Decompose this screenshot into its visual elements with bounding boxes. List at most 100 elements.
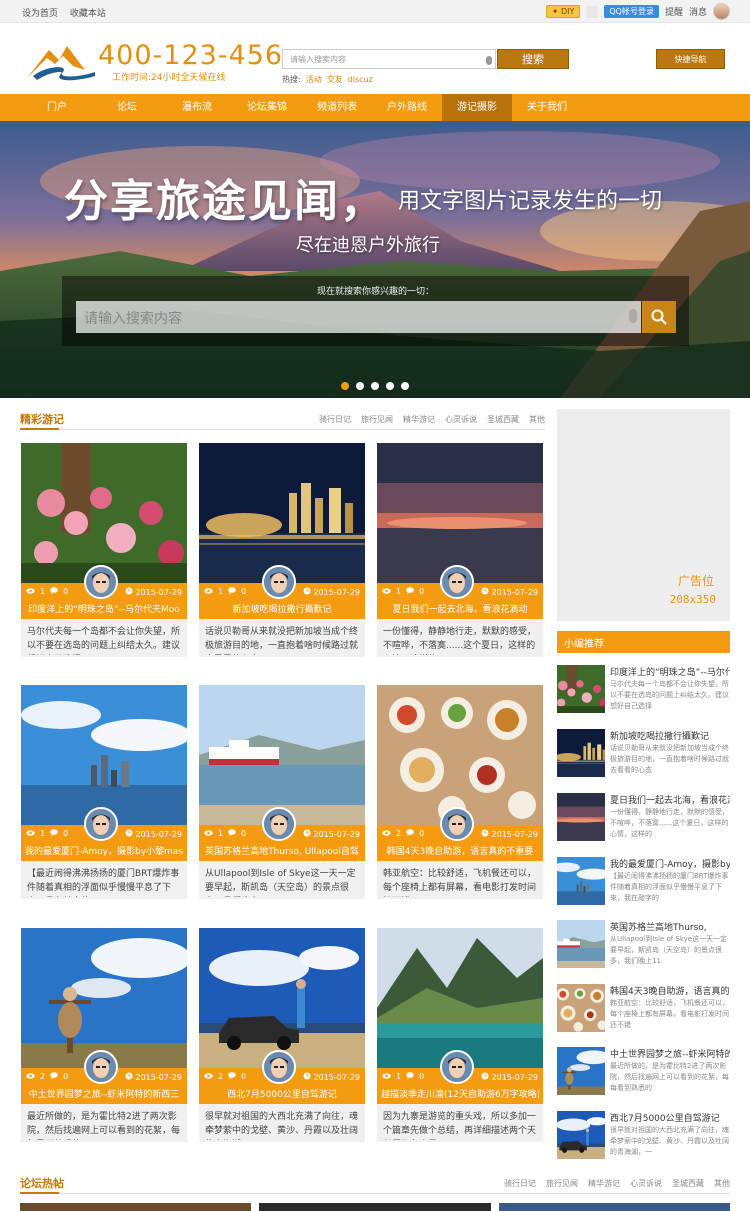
carousel-dot[interactable] <box>401 382 409 390</box>
editor-pick-title[interactable]: 印度洋上的“明珠之岛”--马尔代 <box>610 665 730 678</box>
travel-card[interactable]: 1 0 2015-07-29 我的最爱厦门-Amoy，摄影by小黎maste 【最近闹得… <box>21 685 187 899</box>
thumbnail[interactable] <box>498 1203 730 1211</box>
author-avatar[interactable] <box>440 565 474 599</box>
author-avatar[interactable] <box>84 565 118 599</box>
user-avatar[interactable] <box>713 3 730 20</box>
travel-card[interactable]: 2 0 2015-07-29 韩国4天3晚自助游，语言真的不重要 韩亚航空：比较舒适，飞… <box>377 685 543 899</box>
author-avatar[interactable] <box>262 565 296 599</box>
travel-card[interactable]: 1 0 2015-07-29 印度洋上的“明珠之岛”--马尔代夫Moo 马尔代夫每一个岛… <box>21 443 187 657</box>
travel-card-title[interactable]: 印度洋上的“明珠之岛”--马尔代夫Moo <box>25 602 183 615</box>
thumbnail[interactable] <box>259 1203 491 1211</box>
travel-card-title[interactable]: 越描淡季走川渝(12天自助游6万字攻略) <box>381 1087 539 1100</box>
editor-pick-item[interactable]: 新加坡吃喝拉撒行攝歎记 话说贝勒哥从来就没把新加坡当成个终极旅游目的地，一直抱着啥… <box>557 729 730 781</box>
editor-pick-thumbnail[interactable] <box>557 857 605 905</box>
nav-item-channel-list[interactable]: 频道列表 <box>302 94 372 121</box>
search-input[interactable]: 请输入搜索内容 <box>282 49 496 69</box>
author-avatar[interactable] <box>262 807 296 841</box>
ad-placeholder[interactable]: 广告位 208x350 <box>557 409 730 621</box>
banner-search-input[interactable]: 请输入搜索内容 <box>76 301 641 333</box>
hot-tag[interactable]: 活动 <box>306 75 322 84</box>
editor-pick-title[interactable]: 韩国4天3晚自助游，语言真的 <box>610 984 730 997</box>
section-tab[interactable]: 心灵诉说 <box>445 414 477 425</box>
travel-card-image[interactable] <box>377 443 543 583</box>
author-avatar[interactable] <box>262 1050 296 1084</box>
section-tab[interactable]: 旅行见闻 <box>361 414 393 425</box>
section-tab[interactable]: 其他 <box>714 1178 730 1189</box>
editor-pick-title[interactable]: 英国苏格兰高地Thurso, <box>610 920 730 933</box>
travel-card-title[interactable]: 我的最爱厦门-Amoy，摄影by小黎maste <box>25 844 183 857</box>
travel-card-image[interactable] <box>21 685 187 825</box>
travel-card[interactable]: 2 0 2015-07-29 西北7月5000公里自驾游记 很早就对祖国的大西北充满了向… <box>199 928 365 1142</box>
set-homepage-link[interactable]: 设为首页 <box>22 9 58 19</box>
section-tab[interactable]: 精华游记 <box>588 1178 620 1189</box>
travel-card[interactable]: 1 0 2015-07-29 英国苏格兰高地Thurso, Ullapool自驾 从Ul… <box>199 685 365 899</box>
editor-pick-title[interactable]: 中土世界园梦之旅--虾米阿特的 <box>610 1047 730 1060</box>
nav-item-waterfall[interactable]: 瀑布流 <box>162 94 232 121</box>
travel-card-image[interactable] <box>199 443 365 583</box>
editor-pick-item[interactable]: 英国苏格兰高地Thurso, 从Ullapool到Isle of Skye这一天一… <box>557 920 730 972</box>
travel-card[interactable]: 1 0 2015-07-29 新加坡吃喝拉撒行攝歎记 话说贝勒哥从来就没把新加坡当成个终… <box>199 443 365 657</box>
section-tab[interactable]: 骑行日记 <box>504 1178 536 1189</box>
travel-card-title[interactable]: 韩国4天3晚自助游，语言真的不重要 <box>381 844 539 857</box>
travel-card-image[interactable] <box>377 685 543 825</box>
section-tab[interactable]: 精华游记 <box>403 414 435 425</box>
banner-microphone-icon[interactable] <box>629 309 637 323</box>
thumbnail[interactable] <box>20 1203 252 1211</box>
nav-item-travel-photo[interactable]: 游记摄影 <box>442 94 512 121</box>
diy-button[interactable]: ✦ DIY <box>545 5 581 18</box>
travel-card-image[interactable] <box>199 928 365 1068</box>
nav-item-forum[interactable]: 论坛 <box>92 94 162 121</box>
nav-item-forum-collection[interactable]: 论坛集锦 <box>232 94 302 121</box>
travel-card-title[interactable]: 中土世界园梦之旅--虾米阿特的新西三 <box>25 1087 183 1100</box>
banner-search-button[interactable] <box>642 301 676 333</box>
microphone-icon[interactable] <box>486 56 492 65</box>
author-avatar[interactable] <box>84 807 118 841</box>
editor-pick-thumbnail[interactable] <box>557 1047 605 1095</box>
travel-card[interactable]: 1 0 2015-07-29 夏日我们一起去北海，看浪花滴动 一份懂得，静静地行走，默默… <box>377 443 543 657</box>
editor-pick-item[interactable]: 夏日我们一起去北海，看浪花滴 一份懂得，静静地行走，默默的感受，不喧哗，不落寞..… <box>557 793 730 845</box>
editor-pick-thumbnail[interactable] <box>557 1111 605 1159</box>
quick-nav-button[interactable]: 快捷导航 <box>656 49 725 69</box>
section-tab[interactable]: 旅行见闻 <box>546 1178 578 1189</box>
message-link[interactable]: 消息 <box>689 5 707 18</box>
qq-login-button[interactable]: QQ帐号登录 <box>604 5 659 18</box>
travel-card[interactable]: 2 0 2015-07-29 中土世界园梦之旅--虾米阿特的新西三 最近所做的，是为霍比… <box>21 928 187 1142</box>
editor-pick-title[interactable]: 我的最爱厦门-Amoy，摄影by小 <box>610 857 730 870</box>
bookmark-link[interactable]: 收藏本站 <box>70 9 106 19</box>
hot-tag[interactable]: discuz <box>348 75 373 84</box>
search-button[interactable]: 搜索 <box>497 49 569 69</box>
hot-tag[interactable]: 交友 <box>327 75 343 84</box>
editor-pick-title[interactable]: 新加坡吃喝拉撒行攝歎记 <box>610 729 730 742</box>
travel-card-title[interactable]: 西北7月5000公里自驾游记 <box>203 1087 361 1100</box>
author-avatar[interactable] <box>84 1050 118 1084</box>
travel-card-title[interactable]: 英国苏格兰高地Thurso, Ullapool自驾 <box>203 844 361 857</box>
remind-link[interactable]: 提醒 <box>665 5 683 18</box>
author-avatar[interactable] <box>440 1050 474 1084</box>
travel-card-image[interactable] <box>21 443 187 583</box>
travel-card-title[interactable]: 新加坡吃喝拉撒行攝歎记 <box>203 602 361 615</box>
author-avatar[interactable] <box>440 807 474 841</box>
logo-mountain-icon[interactable] <box>25 42 99 82</box>
editor-pick-thumbnail[interactable] <box>557 920 605 968</box>
nav-item-outdoor-routes[interactable]: 户外路线 <box>372 94 442 121</box>
carousel-dot[interactable] <box>371 382 379 390</box>
editor-pick-thumbnail[interactable] <box>557 665 605 713</box>
editor-pick-title[interactable]: 夏日我们一起去北海，看浪花滴 <box>610 793 730 806</box>
carousel-dot[interactable] <box>356 382 364 390</box>
editor-pick-item[interactable]: 印度洋上的“明珠之岛”--马尔代 马尔代夫每一个岛都不会让你失望，所以不要在选岛的… <box>557 665 730 717</box>
section-tab[interactable]: 其他 <box>529 414 545 425</box>
section-tab[interactable]: 圣城西藏 <box>487 414 519 425</box>
editor-pick-title[interactable]: 西北7月5000公里自驾游记 <box>610 1111 730 1124</box>
travel-card[interactable]: 1 0 2015-07-29 越描淡季走川渝(12天自助游6万字攻略) 因为九寨是游览的… <box>377 928 543 1142</box>
travel-card-image[interactable] <box>199 685 365 825</box>
section-tab[interactable]: 圣城西藏 <box>672 1178 704 1189</box>
editor-pick-item[interactable]: 韩国4天3晚自助游，语言真的 韩亚航空：比较舒适，飞机餐还可以，每个座椅上都有屏幕… <box>557 984 730 1036</box>
nav-item-portal[interactable]: 门户 <box>22 94 92 121</box>
section-tab[interactable]: 骑行日记 <box>319 414 351 425</box>
travel-card-image[interactable] <box>377 928 543 1068</box>
editor-pick-item[interactable]: 西北7月5000公里自驾游记 很早就对祖国的大西北充满了向往，魂牵梦萦中的戈壁、黄… <box>557 1111 730 1163</box>
travel-card-title[interactable]: 夏日我们一起去北海，看浪花滴动 <box>381 602 539 615</box>
editor-pick-item[interactable]: 我的最爱厦门-Amoy，摄影by小 【最近闹得沸沸扬扬的厦门BRT爆炸事件随着真相… <box>557 857 730 909</box>
editor-pick-thumbnail[interactable] <box>557 793 605 841</box>
travel-card-image[interactable] <box>21 928 187 1068</box>
